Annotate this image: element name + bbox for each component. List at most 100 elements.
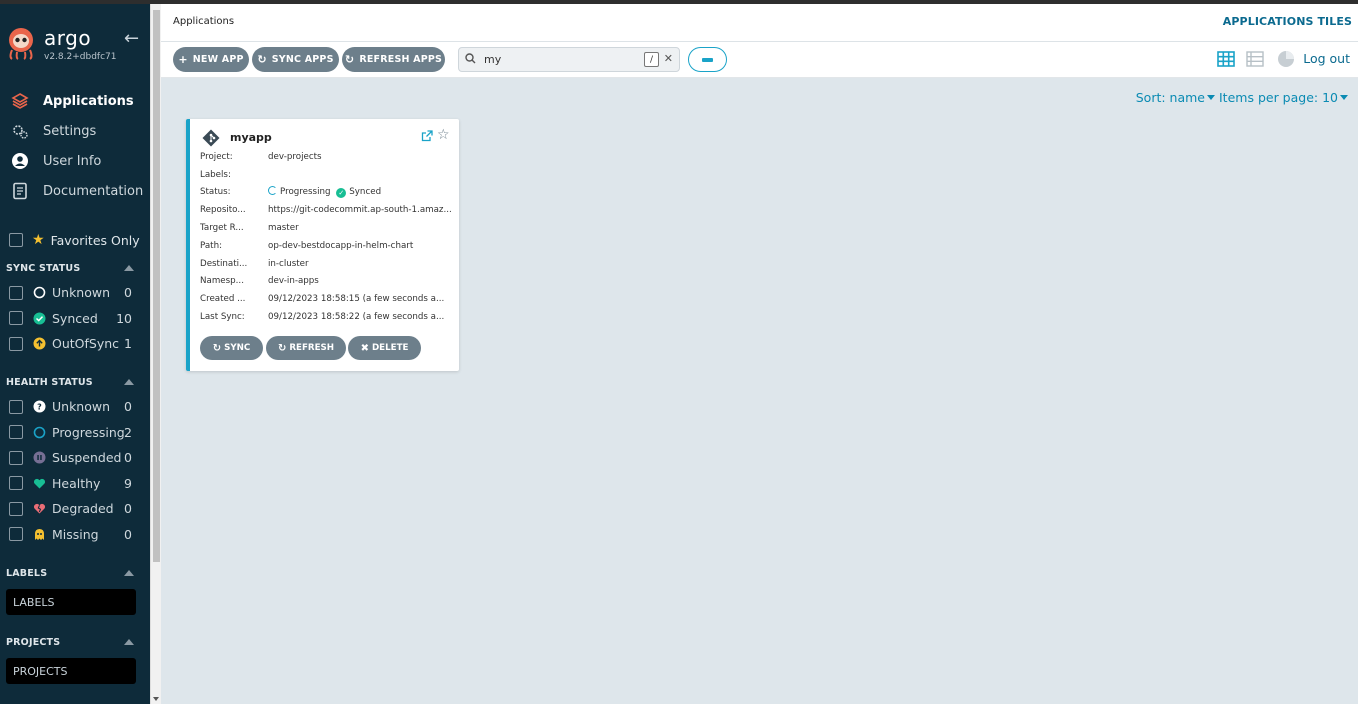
- filter-health-missing[interactable]: Missing 0: [0, 522, 150, 548]
- question-circle-icon: ?: [33, 400, 46, 413]
- detail-key: Last Sync:: [200, 312, 245, 323]
- refresh-icon: ↻: [277, 342, 287, 354]
- filter-label: OutOfSync: [52, 336, 120, 352]
- filter-sync-synced[interactable]: Synced 10: [0, 306, 150, 332]
- detail-row-target-revision: Target R... master: [200, 219, 454, 237]
- delete-button[interactable]: ✖ DELETE: [348, 336, 421, 360]
- refresh-button[interactable]: ↻ REFRESH: [266, 336, 346, 360]
- section-title: HEALTH STATUS: [6, 376, 93, 388]
- filter-count: 0: [124, 450, 132, 466]
- sync-status-title[interactable]: SYNC STATUS: [0, 256, 150, 280]
- filter-checkbox[interactable]: [9, 336, 23, 351]
- section-title: LABELS: [6, 567, 48, 579]
- filter-health-progressing[interactable]: Progressing 2: [0, 420, 150, 446]
- sidebar-nav: Applications Settings User Info Document…: [0, 86, 150, 206]
- labels-input[interactable]: LABELS: [6, 589, 136, 615]
- nav-item-settings[interactable]: Settings: [0, 116, 150, 146]
- new-app-button[interactable]: + NEW APP: [173, 47, 249, 72]
- sync-status: Synced: [349, 187, 382, 198]
- filter-health-degraded[interactable]: Degraded 0: [0, 496, 150, 522]
- external-link-icon[interactable]: [421, 130, 433, 142]
- section-title: SYNC STATUS: [6, 262, 81, 274]
- filter-health-unknown[interactable]: ? Unknown 0: [0, 394, 150, 420]
- nav-label: Documentation: [43, 183, 144, 199]
- svg-text:?: ?: [37, 403, 42, 412]
- broken-heart-icon: [33, 502, 46, 515]
- health-status-title[interactable]: HEALTH STATUS: [0, 370, 150, 394]
- filter-health-suspended[interactable]: Suspended 0: [0, 445, 150, 471]
- detail-row-project: Project: dev-projects: [200, 148, 454, 166]
- favorites-checkbox[interactable]: [9, 233, 23, 247]
- circle-unknown-icon: [33, 286, 46, 299]
- app-name[interactable]: myapp: [230, 131, 272, 144]
- filter-count: 0: [124, 501, 132, 517]
- collapse-arrow-icon[interactable]: ←: [124, 28, 139, 49]
- filter-label: Progressing: [52, 424, 125, 440]
- labels-title[interactable]: LABELS: [0, 561, 150, 585]
- detail-value: in-cluster: [268, 258, 309, 269]
- nav-item-documentation[interactable]: Documentation: [0, 176, 150, 206]
- list-view-icon[interactable]: [1246, 50, 1264, 68]
- gears-icon: [10, 121, 30, 141]
- collapse-caret-icon[interactable]: [124, 639, 134, 645]
- detail-row-namespace: Namesp... dev-in-apps: [200, 273, 454, 291]
- progressing-icon: [268, 186, 277, 196]
- search-value: my: [484, 53, 502, 66]
- filter-checkbox[interactable]: [9, 399, 23, 414]
- filter-count: 0: [124, 285, 132, 301]
- scroll-down-arrow-icon[interactable]: [153, 697, 159, 701]
- items-per-page-dropdown[interactable]: Items per page: 10: [1219, 90, 1352, 105]
- filter-health-healthy[interactable]: Healthy 9: [0, 471, 150, 497]
- detail-key: Reposito...: [200, 205, 246, 216]
- nav-label: Applications: [43, 93, 134, 109]
- projects-input[interactable]: PROJECTS: [6, 658, 136, 684]
- projects-title[interactable]: PROJECTS: [0, 630, 150, 654]
- filter-sync-outofsync[interactable]: OutOfSync 1: [0, 331, 150, 357]
- sidebar-scrollbar[interactable]: [150, 4, 161, 704]
- filter-label: Missing: [52, 526, 99, 542]
- button-label: SYNC APPS: [271, 54, 334, 65]
- sync-apps-button[interactable]: ↻ SYNC APPS: [252, 47, 339, 72]
- scrollbar-thumb[interactable]: [153, 10, 160, 562]
- filter-label: Unknown: [52, 285, 111, 301]
- filter-checkbox[interactable]: [9, 311, 23, 326]
- filter-checkbox[interactable]: [9, 527, 23, 542]
- tiles-view-icon[interactable]: [1217, 50, 1235, 68]
- caret-down-icon: [1207, 95, 1215, 100]
- app-tile[interactable]: myapp ☆ Project: dev-projects Labels: Sta…: [186, 119, 459, 371]
- filter-checkbox[interactable]: [9, 476, 23, 491]
- collapse-caret-icon[interactable]: [124, 570, 134, 576]
- filter-label: Synced: [52, 310, 98, 326]
- detail-key: Status:: [200, 187, 231, 198]
- favorites-filter[interactable]: ★ Favorites Only: [9, 232, 140, 248]
- book-icon: [10, 181, 30, 201]
- search-icon: [465, 52, 476, 67]
- sidebar: argo v2.8.2+dbdfc71 ← Applications Setti…: [0, 4, 150, 704]
- labels-section: LABELS LABELS: [0, 561, 150, 615]
- pause-circle-icon: [33, 451, 46, 464]
- breadcrumb[interactable]: Applications: [173, 16, 234, 27]
- filter-checkbox[interactable]: [9, 450, 23, 465]
- summary-pie-icon[interactable]: [1277, 50, 1295, 68]
- favorite-star-icon[interactable]: ☆: [437, 127, 450, 143]
- close-icon[interactable]: ✕: [664, 52, 673, 65]
- refresh-icon: ↻: [344, 53, 355, 66]
- filter-sync-unknown[interactable]: Unknown 0: [0, 280, 150, 306]
- nav-item-user-info[interactable]: User Info: [0, 146, 150, 176]
- sort-dropdown[interactable]: Sort: name: [1136, 90, 1219, 105]
- detail-row-destination: Destinati... in-cluster: [200, 255, 454, 273]
- filter-checkbox[interactable]: [9, 285, 23, 300]
- search-input[interactable]: my / ✕: [458, 47, 680, 72]
- user-circle-icon: [10, 151, 30, 171]
- collapse-caret-icon[interactable]: [124, 265, 134, 271]
- refresh-apps-button[interactable]: ↻ REFRESH APPS: [342, 47, 445, 72]
- detail-row-created: Created ... 09/12/2023 18:58:15 (a few se…: [200, 290, 454, 308]
- logout-link[interactable]: Log out: [1303, 51, 1350, 66]
- collapse-caret-icon[interactable]: [124, 379, 134, 385]
- sync-button[interactable]: ↻ SYNC: [200, 336, 263, 360]
- filter-toggle-button[interactable]: [688, 47, 727, 72]
- per-page-label: Items per page: 10: [1219, 90, 1338, 105]
- filter-checkbox[interactable]: [9, 425, 23, 440]
- filter-checkbox[interactable]: [9, 501, 23, 516]
- nav-item-applications[interactable]: Applications: [0, 86, 150, 116]
